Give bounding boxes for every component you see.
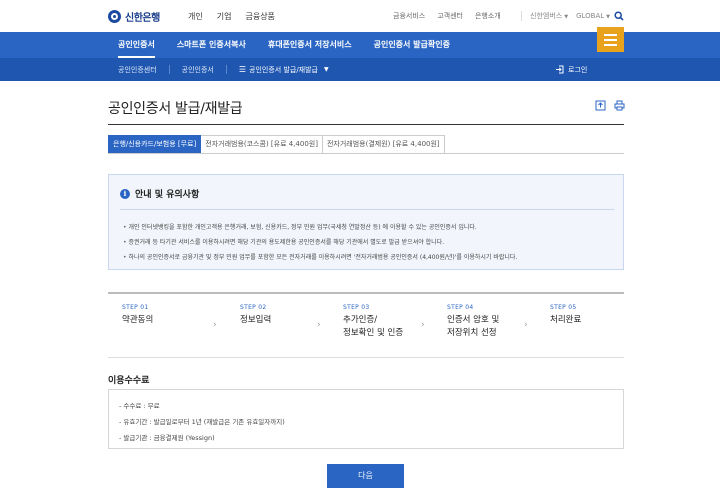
info-icon: i [120,188,130,199]
notice-box: i 안내 및 유의사항 개인 인터넷뱅킹을 포함한 개인고객용 은행거래, 보험… [108,174,624,270]
util-bank-intro[interactable]: 은행소개 [475,11,501,21]
family-site-label: 신한엠버스 [530,12,563,20]
chevron-right-icon: › [524,320,528,330]
fee-box: 수수료 : 무료 유효기간 : 발급일로부터 1년 (재발급은 기존 유효일자까… [108,389,624,449]
fee-list: 수수료 : 무료 유효기간 : 발급일로부터 1년 (재발급은 기존 유효일자까… [119,398,285,446]
logo-text: 신한은행 [125,13,160,24]
login-icon [556,65,564,74]
breadcrumb-bar: 공인인증센터 공인인증서 ☰ 공인인증서 발급/재발급 ▼ 로그인 [0,58,720,81]
fee-item: 유효기간 : 발급일로부터 1년 (재발급은 기존 유효일자까지) [119,414,284,430]
tab-bank-free[interactable]: 은행/신용카드/보험용 [무료] [108,135,202,154]
tab-divider [108,153,624,154]
step-number: STEP 03 [343,304,370,311]
step-2: STEP 02 정보입력 [240,304,271,327]
util-financial-services[interactable]: 금융서비스 [393,11,425,21]
notice-list: 개인 인터넷뱅킹을 포함한 개인고객용 은행거래, 보험, 신용카드, 정부 민… [123,220,517,265]
print-icon[interactable] [614,100,625,111]
login-button[interactable]: 로그인 [555,58,587,81]
top-nav-personal[interactable]: 개인 [188,11,203,22]
main-nav-phone-storage[interactable]: 휴대폰인증서 저장서비스 [268,32,352,58]
step-label: 추가인증/ 정보확인 및 인증 [343,315,404,338]
step-label: 처리완료 [550,315,582,325]
top-nav: 개인 기업 금융상품 [188,11,275,22]
util-nav: 금융서비스 고객센터 은행소개 [393,11,501,21]
step-number: STEP 05 [550,304,577,311]
notice-title: 안내 및 유의사항 [135,190,200,200]
fee-title: 이용수수료 [108,376,150,386]
breadcrumb-current[interactable]: 공인인증서 발급/재발급 [249,65,318,75]
menu-icon-line [604,38,617,41]
lang-nav: 신한엠버스 ▼ GLOBAL ▼ [530,11,610,21]
share-icon[interactable] [595,100,606,111]
logo[interactable]: 신한은행 [108,9,160,24]
tab-kftc[interactable]: 전자거래범용(결제원) [유료 4,400원] [322,135,445,154]
login-label: 로그인 [568,65,588,74]
page-title: 공인인증서 발급/재발급 [108,101,243,117]
top-nav-products[interactable]: 금융상품 [245,11,274,22]
step-4: STEP 04 인증서 암호 및 저장위치 선정 [447,304,499,340]
next-button[interactable]: 다음 [327,464,404,488]
breadcrumb-item[interactable]: 공인인증센터 [118,65,157,75]
step-3: STEP 03 추가인증/ 정보확인 및 인증 [343,304,403,340]
step-label: 약관동의 [122,315,154,325]
notice-divider [120,209,614,210]
chevron-right-icon: › [421,320,425,330]
step-number: STEP 04 [447,304,474,311]
tab-koscom[interactable]: 전자거래범용(코스콤) [유료 4,400원] [201,135,323,154]
fee-item: 수수료 : 무료 [119,398,285,414]
main-nav-smartphone-copy[interactable]: 스마트폰 인증서복사 [177,32,246,58]
util-customer-center[interactable]: 고객센터 [437,11,463,21]
step-label: 인증서 암호 및 저장위치 선정 [447,315,500,338]
global-label: GLOBAL [576,12,605,20]
title-divider [108,124,624,125]
step-label: 정보입력 [240,315,272,325]
chevron-right-icon: › [317,320,321,330]
breadcrumb-divider [168,65,170,74]
search-icon[interactable] [614,11,624,21]
main-nav-certificate[interactable]: 공인인증서 [118,32,155,58]
menu-icon [604,33,617,36]
step-indicator: STEP 01 약관동의 › STEP 02 정보입력 › STEP 03 추가… [108,292,624,358]
chevron-down-icon[interactable]: ▼ [324,66,329,73]
step-number: STEP 01 [122,304,149,311]
top-nav-business[interactable]: 기업 [217,11,232,22]
chevron-down-icon: ▼ [564,14,569,20]
chevron-right-icon: › [213,320,217,330]
step-1: STEP 01 약관동의 [122,304,153,327]
step-5: STEP 05 처리완료 [550,304,581,327]
step-number: STEP 02 [240,304,267,311]
main-nav-issue-confirm[interactable]: 공인인증서 발급확인증 [374,32,450,58]
breadcrumb-divider [225,65,227,74]
list-icon: ☰ [238,65,247,74]
notice-header: i 안내 및 유의사항 [120,187,199,200]
logo-mark-icon [108,10,121,23]
notice-item: 증권거래 등 타기관 서비스를 이용하시려면 해당 기관의 용도제한용 공인인증… [123,235,517,250]
util-divider [521,11,522,21]
cert-type-tabs: 은행/신용카드/보험용 [무료] 전자거래범용(코스콤) [유료 4,400원]… [108,135,445,154]
title-tools [595,100,625,111]
breadcrumb: 공인인증센터 공인인증서 ☰ 공인인증서 발급/재발급 ▼ [118,58,329,81]
family-site-select[interactable]: 신한엠버스 ▼ [530,11,568,21]
breadcrumb-item[interactable]: 공인인증서 [182,65,214,75]
menu-button[interactable] [597,27,624,52]
notice-item: 하나의 공인인증서로 금융기관 및 정부 민원 업무를 포함한 모든 전자거래를… [123,250,517,265]
chevron-down-icon: ▼ [606,14,610,20]
global-select[interactable]: GLOBAL ▼ [576,12,610,20]
menu-icon-line [604,43,617,46]
fee-item: 발급기관 : 금융결제원 (Yessign) [119,430,285,446]
notice-item: 개인 인터넷뱅킹을 포함한 개인고객용 은행거래, 보험, 신용카드, 정부 민… [123,220,517,235]
